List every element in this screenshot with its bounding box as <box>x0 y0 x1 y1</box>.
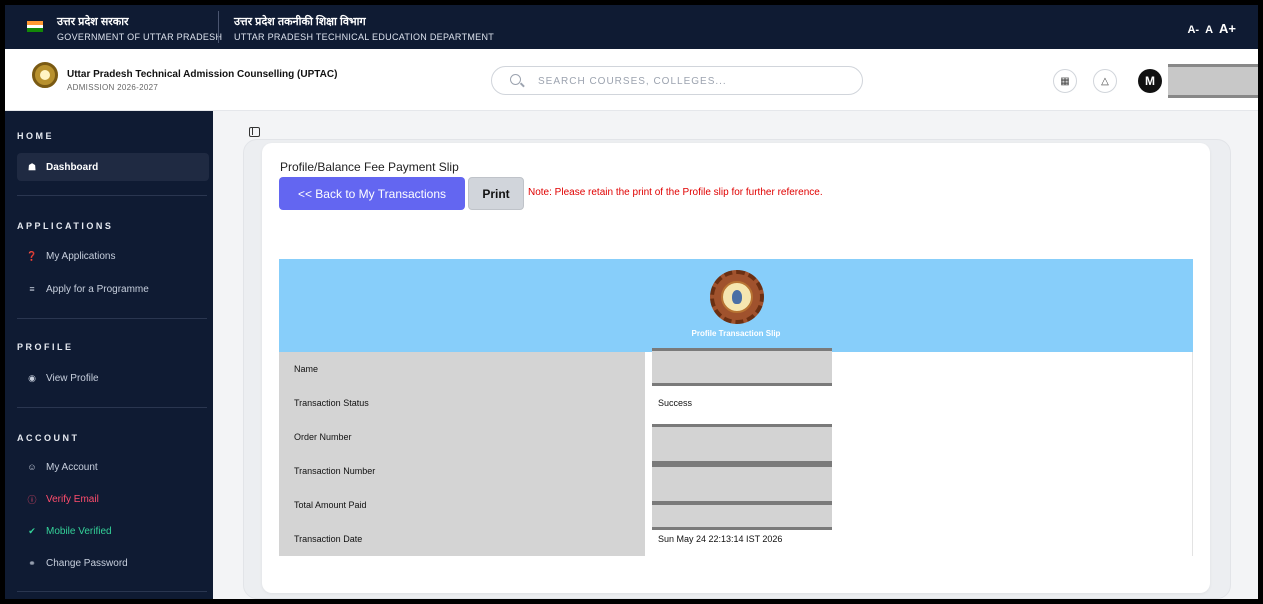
aktu-emblem-icon <box>710 270 764 324</box>
sidebar-item-mobile-verified[interactable]: ✔ Mobile Verified <box>17 517 209 545</box>
sidebar-item-my-account[interactable]: ☺ My Account <box>17 453 209 481</box>
font-increase-button[interactable]: A+ <box>1219 21 1236 36</box>
india-flag-icon <box>27 21 43 32</box>
print-note: Note: Please retain the print of the Pro… <box>528 187 823 198</box>
redacted-name <box>652 348 832 386</box>
row-label: Name <box>279 352 645 386</box>
slip-header: Profile Transaction Slip <box>279 259 1193 352</box>
sidebar-section-applications: APPLICATIONS <box>17 221 114 231</box>
government-bar: उत्तर प्रदेश सरकार GOVERNMENT OF UTTAR P… <box>5 5 1258 49</box>
sidebar-item-label: Change Password <box>46 557 128 569</box>
sidebar-item-label: Apply for a Programme <box>46 283 149 295</box>
sidebar-item-label: Mobile Verified <box>46 525 112 537</box>
uptac-logo <box>32 62 58 88</box>
sidebar-item-label: My Account <box>46 461 98 473</box>
font-decrease-button[interactable]: A- <box>1187 24 1199 36</box>
sidebar-toggle-icon[interactable] <box>249 127 260 137</box>
app-frame: उत्तर प्रदेश सरकार GOVERNMENT OF UTTAR P… <box>5 5 1258 599</box>
help-circle-icon: ❓ <box>26 250 38 261</box>
alert-circle-icon: ⓘ <box>27 494 37 505</box>
row-label: Total Amount Paid <box>279 488 645 522</box>
sidebar-item-change-password[interactable]: ⚭ Change Password <box>17 549 209 577</box>
bell-icon: △ <box>1101 75 1109 87</box>
font-size-controls: A- A A+ <box>1187 21 1236 36</box>
home-icon: ☗ <box>27 161 37 172</box>
sidebar-divider <box>17 195 207 196</box>
row-label: Transaction Date <box>279 522 645 556</box>
table-row: Transaction Status Success <box>279 386 1193 420</box>
sidebar: HOME ☗ Dashboard APPLICATIONS ❓ My Appli… <box>5 111 213 599</box>
state-name-english: GOVERNMENT OF UTTAR PRADESH <box>57 32 223 42</box>
slip-title: Profile Transaction Slip <box>691 329 781 338</box>
redacted-transaction-number <box>652 464 832 504</box>
row-label: Transaction Number <box>279 454 645 488</box>
search-bar <box>491 66 863 95</box>
sidebar-item-label: View Profile <box>46 372 99 384</box>
key-icon: ⚭ <box>28 557 36 568</box>
redacted-user-name <box>1168 64 1258 98</box>
redacted-total-amount <box>652 502 832 530</box>
sidebar-item-verify-email[interactable]: ⓘ Verify Email <box>17 485 209 513</box>
list-icon: ≡ <box>29 284 35 294</box>
sidebar-item-apply-programme[interactable]: ≡ Apply for a Programme <box>17 275 209 303</box>
page-title: Profile/Balance Fee Payment Slip <box>280 160 459 174</box>
sidebar-divider <box>17 591 207 592</box>
row-label: Transaction Status <box>279 386 645 420</box>
apps-icon: ▦ <box>1060 75 1070 87</box>
sidebar-divider <box>17 318 207 319</box>
app-header: Uttar Pradesh Technical Admission Counse… <box>5 49 1258 111</box>
back-to-transactions-button[interactable]: << Back to My Transactions <box>279 177 465 210</box>
state-name-hindi: उत्तर प्रदेश सरकार <box>57 16 129 28</box>
redacted-order-number <box>652 424 832 464</box>
gov-bar-divider <box>218 11 219 43</box>
print-button[interactable]: Print <box>468 177 524 210</box>
app-title: Uttar Pradesh Technical Admission Counse… <box>67 69 338 80</box>
row-value: Success <box>645 386 1193 420</box>
sidebar-section-home: HOME <box>17 131 54 141</box>
check-circle-icon: ✔ <box>28 525 36 536</box>
apps-button[interactable]: ▦ <box>1053 69 1077 93</box>
sidebar-section-profile: PROFILE <box>17 342 74 352</box>
sidebar-item-dashboard[interactable]: ☗ Dashboard <box>17 153 209 181</box>
search-input[interactable] <box>538 73 838 89</box>
search-icon <box>510 74 521 85</box>
sidebar-item-view-profile[interactable]: ◉ View Profile <box>17 364 209 392</box>
notifications-button[interactable]: △ <box>1093 69 1117 93</box>
department-name-english: UTTAR PRADESH TECHNICAL EDUCATION DEPART… <box>234 32 495 42</box>
sidebar-section-account: ACCOUNT <box>17 433 80 443</box>
admission-session: ADMISSION 2026-2027 <box>67 83 159 92</box>
sidebar-item-label: Verify Email <box>46 493 99 505</box>
row-label: Order Number <box>279 420 645 454</box>
avatar[interactable]: M <box>1138 69 1162 93</box>
department-name-hindi: उत्तर प्रदेश तकनीकी शिक्षा विभाग <box>234 16 366 28</box>
eye-icon: ◉ <box>28 372 36 383</box>
sidebar-item-my-applications[interactable]: ❓ My Applications <box>17 242 209 270</box>
sidebar-divider <box>17 407 207 408</box>
sidebar-item-label: Dashboard <box>46 161 99 173</box>
font-reset-button[interactable]: A <box>1205 24 1213 36</box>
sidebar-item-label: My Applications <box>46 250 116 262</box>
user-icon: ☺ <box>27 462 37 472</box>
